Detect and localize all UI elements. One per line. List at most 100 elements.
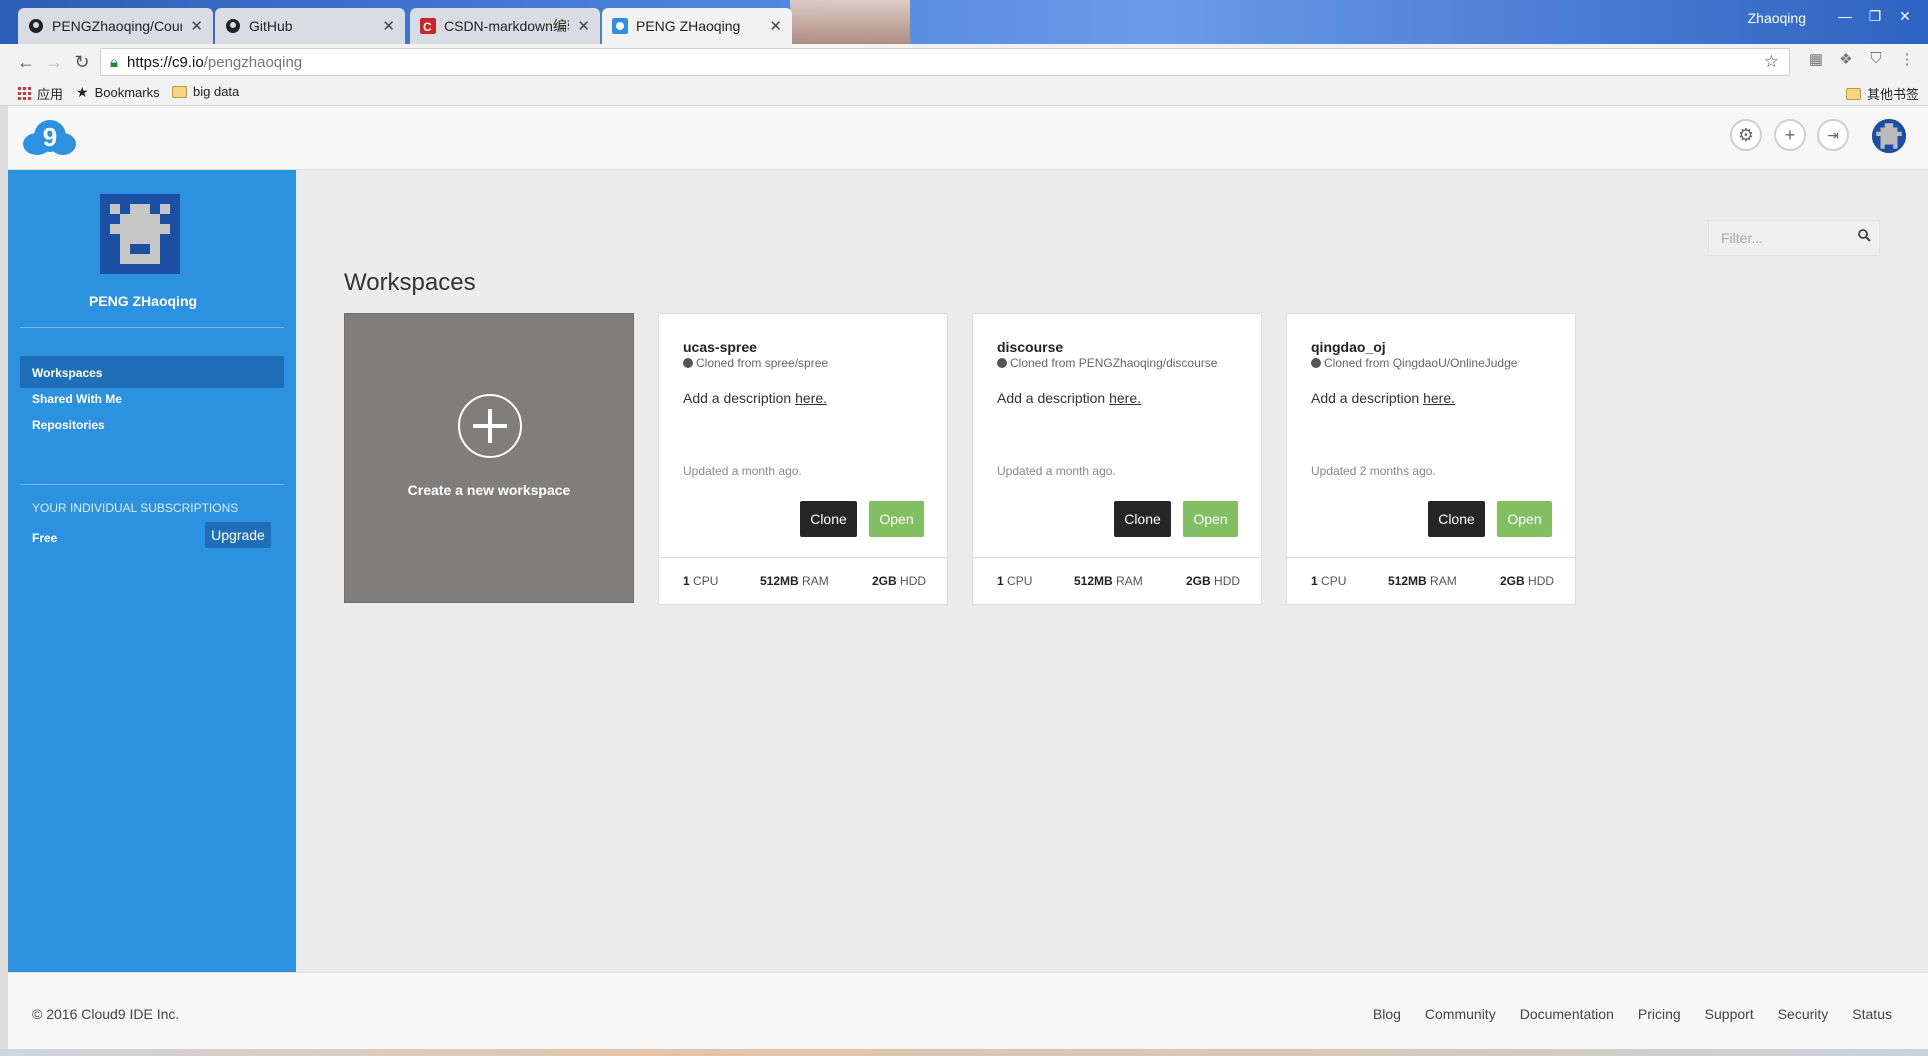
search-icon[interactable] bbox=[1858, 229, 1871, 246]
window-close-icon[interactable]: ✕ bbox=[1892, 8, 1918, 25]
footer-link-support[interactable]: Support bbox=[1705, 1006, 1754, 1022]
workspace-source: Cloned from QingdaoU/OnlineJudge bbox=[1311, 356, 1517, 370]
clone-button[interactable]: Clone bbox=[1428, 501, 1485, 537]
bookmark-bookmarks[interactable]: ★ Bookmarks bbox=[76, 84, 160, 101]
bookmark-big-data[interactable]: big data bbox=[172, 84, 239, 99]
bookmark-other[interactable]: 其他书签 bbox=[1846, 84, 1919, 103]
sidebar-divider bbox=[20, 327, 284, 328]
theme-image bbox=[790, 0, 910, 44]
plus-icon[interactable]: + bbox=[1774, 119, 1806, 151]
filter-input[interactable] bbox=[1709, 221, 1839, 255]
source-text: Cloned from QingdaoU/OnlineJudge bbox=[1324, 356, 1518, 370]
bookmark-label: Bookmarks bbox=[94, 85, 160, 100]
url-path: /pengzhaoqing bbox=[203, 53, 303, 71]
updated-timestamp: Updated a month ago. bbox=[683, 464, 802, 478]
workspace-stats: 1 CPU 512MB RAM 2GB HDD bbox=[1287, 557, 1575, 605]
description-prefix: Add a description bbox=[997, 390, 1106, 406]
open-button[interactable]: Open bbox=[1183, 501, 1238, 537]
create-workspace-tile[interactable]: Create a new workspace bbox=[344, 313, 634, 603]
footer-link-community[interactable]: Community bbox=[1425, 1006, 1496, 1022]
sidebar-item-repositories[interactable]: Repositories bbox=[20, 408, 284, 440]
avatar[interactable] bbox=[1872, 119, 1906, 153]
create-workspace-label: Create a new workspace bbox=[407, 482, 571, 498]
menu-icon[interactable]: ⋮ bbox=[1896, 50, 1918, 72]
window-user-name: Zhaoqing bbox=[1747, 10, 1806, 26]
browser-tabstrip: PENGZhaoqing/Course ✕ GitHub ✕ C CSDN-ma… bbox=[0, 0, 1928, 44]
footer-link-security[interactable]: Security bbox=[1778, 1006, 1829, 1022]
cpu-stat: 1 CPU bbox=[683, 574, 719, 588]
workspace-source: Cloned from PENGZhaoqing/discourse bbox=[997, 356, 1217, 370]
footer-links: Blog Community Documentation Pricing Sup… bbox=[1373, 1006, 1892, 1022]
github-icon bbox=[225, 18, 241, 34]
tab-title: CSDN-markdown编辑 bbox=[444, 18, 570, 34]
tab-github[interactable]: GitHub ✕ bbox=[215, 8, 405, 44]
workspace-description: Add a description here. bbox=[1311, 390, 1455, 406]
bookmark-star-icon[interactable]: ☆ bbox=[1764, 52, 1779, 72]
profile-avatar[interactable] bbox=[100, 194, 180, 274]
svg-text:9: 9 bbox=[43, 122, 57, 152]
svg-text:C: C bbox=[423, 20, 432, 34]
settings-icon[interactable]: ⚙ bbox=[1730, 119, 1762, 151]
tab-github-course[interactable]: PENGZhaoqing/Course ✕ bbox=[18, 8, 213, 44]
github-icon bbox=[28, 18, 44, 34]
tab-cloud9[interactable]: PENG ZHaoqing ✕ bbox=[602, 8, 792, 44]
upgrade-button[interactable]: Upgrade bbox=[205, 522, 271, 548]
plus-circle-icon bbox=[458, 394, 522, 458]
workspace-name[interactable]: qingdao_oj bbox=[1311, 339, 1386, 355]
footer-link-documentation[interactable]: Documentation bbox=[1520, 1006, 1614, 1022]
tab-title: PENG ZHaoqing bbox=[636, 18, 741, 34]
logout-icon[interactable]: ⇥ bbox=[1817, 119, 1849, 151]
add-description-link[interactable]: here. bbox=[1109, 390, 1141, 406]
workspace-stats: 1 CPU 512MB RAM 2GB HDD bbox=[973, 557, 1261, 605]
cpu-stat: 1 CPU bbox=[997, 574, 1033, 588]
footer-link-blog[interactable]: Blog bbox=[1373, 1006, 1401, 1022]
browser-toolbar: ← → ↻ 🔒︎ https://c9.io/pengzhaoqing ☆ bbox=[0, 44, 1928, 80]
github-icon bbox=[1311, 358, 1321, 368]
close-icon[interactable]: ✕ bbox=[382, 17, 395, 35]
workspace-name[interactable]: discourse bbox=[997, 339, 1063, 355]
back-icon[interactable]: ← bbox=[12, 52, 40, 73]
add-description-link[interactable]: here. bbox=[1423, 390, 1455, 406]
bookmark-label: big data bbox=[193, 84, 240, 99]
tab-title: GitHub bbox=[249, 18, 293, 34]
app-header: 9 ⚙ + ⇥ bbox=[8, 106, 1928, 170]
hdd-stat: 2GB HDD bbox=[872, 574, 927, 588]
footer-link-status[interactable]: Status bbox=[1852, 1006, 1892, 1022]
bookmark-label: 应用 bbox=[37, 87, 64, 102]
tab-csdn[interactable]: C CSDN-markdown编辑 ✕ bbox=[410, 8, 600, 44]
open-button[interactable]: Open bbox=[869, 501, 924, 537]
shield-icon[interactable]: ⛉ bbox=[1865, 50, 1887, 72]
forward-icon[interactable]: → bbox=[40, 52, 68, 73]
workspace-card: discourse Cloned from PENGZhaoqing/disco… bbox=[972, 313, 1262, 605]
cpu-stat: 1 CPU bbox=[1311, 574, 1347, 588]
minimize-icon[interactable]: — bbox=[1832, 8, 1858, 24]
extension-icon[interactable]: ▦ bbox=[1805, 50, 1827, 72]
close-icon[interactable]: ✕ bbox=[190, 17, 203, 35]
source-text: Cloned from spree/spree bbox=[696, 356, 829, 370]
close-icon[interactable]: ✕ bbox=[577, 17, 590, 35]
bookmark-apps[interactable]: 应用 bbox=[18, 84, 63, 103]
plan-label: Free bbox=[32, 531, 58, 545]
workspace-name[interactable]: ucas-spree bbox=[683, 339, 757, 355]
bookmarks-bar: 应用 ★ Bookmarks big data 其他书签 bbox=[0, 80, 1928, 106]
clone-button[interactable]: Clone bbox=[1114, 501, 1171, 537]
add-description-link[interactable]: here. bbox=[795, 390, 827, 406]
restore-icon[interactable]: ❐ bbox=[1862, 8, 1888, 25]
copyright: © 2016 Cloud9 IDE Inc. bbox=[32, 1006, 180, 1022]
open-button[interactable]: Open bbox=[1497, 501, 1552, 537]
dropbox-icon[interactable]: ❖ bbox=[1835, 50, 1857, 72]
close-icon[interactable]: ✕ bbox=[769, 17, 782, 35]
subscriptions-heading: YOUR INDIVIDUAL SUBSCRIPTIONS bbox=[32, 501, 239, 515]
cloud9-logo[interactable]: 9 bbox=[19, 118, 79, 158]
address-bar[interactable]: 🔒︎ https://c9.io/pengzhaoqing ☆ bbox=[100, 48, 1790, 76]
profile-name: PENG ZHaoqing bbox=[88, 293, 198, 309]
github-icon bbox=[997, 358, 1007, 368]
reload-icon[interactable]: ↻ bbox=[68, 52, 96, 73]
lock-icon: 🔒︎ bbox=[110, 53, 118, 71]
clone-button[interactable]: Clone bbox=[800, 501, 857, 537]
description-prefix: Add a description bbox=[1311, 390, 1420, 406]
description-prefix: Add a description bbox=[683, 390, 792, 406]
cloud9-page: 9 ⚙ + ⇥ PENG ZHaoqing Workspaces Shared … bbox=[8, 106, 1928, 1056]
bookmark-label: 其他书签 bbox=[1867, 87, 1920, 102]
footer-link-pricing[interactable]: Pricing bbox=[1638, 1006, 1681, 1022]
